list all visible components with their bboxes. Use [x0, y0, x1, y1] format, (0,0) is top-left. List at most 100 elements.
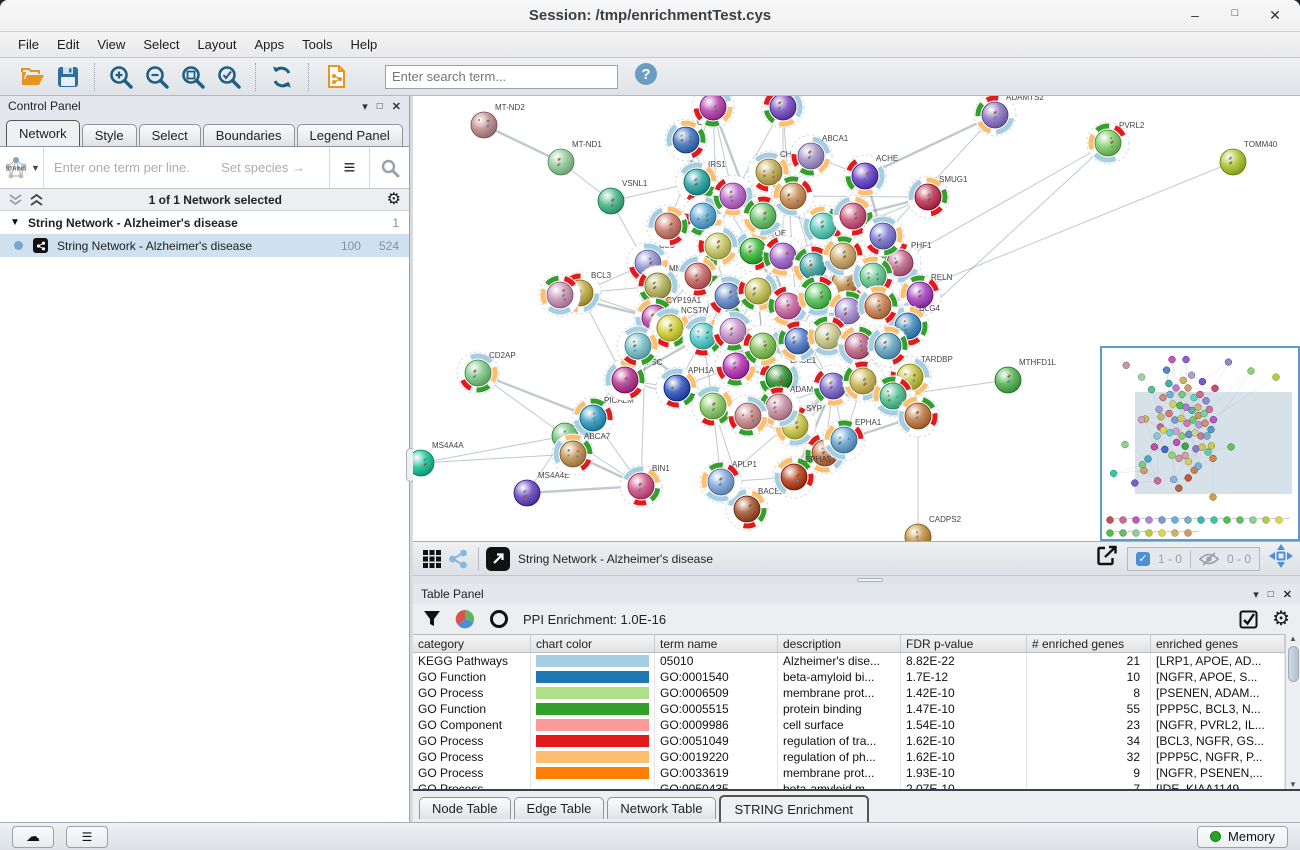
- task-list-button[interactable]: ☰: [66, 826, 108, 848]
- table-row[interactable]: GO ProcessGO:0006509membrane prot...1.42…: [413, 685, 1300, 701]
- zoom-out-button[interactable]: [142, 62, 172, 92]
- zoom-in-button[interactable]: [106, 62, 136, 92]
- svg-text:SYP: SYP: [806, 404, 822, 413]
- column-header-term-name[interactable]: term name: [655, 635, 778, 652]
- compass-move-icon: [1268, 543, 1294, 569]
- column-header-description[interactable]: description: [778, 635, 901, 652]
- svg-text:MS4A4A: MS4A4A: [432, 441, 464, 450]
- table-scrollbar[interactable]: ▲ ▼: [1285, 634, 1300, 789]
- tab-edge-table[interactable]: Edge Table: [514, 797, 605, 819]
- expand-all-icon[interactable]: [29, 193, 44, 207]
- string-options-button[interactable]: ≡: [329, 147, 369, 188]
- string-query-input[interactable]: Enter one term per line. Set species →: [44, 160, 329, 175]
- detach-view-button[interactable]: [486, 547, 510, 571]
- string-search-button[interactable]: [369, 147, 409, 188]
- network-canvas[interactable]: MT-ND2MT-ND1VSNL1GAB2IRS1ADAMTS2PVRL2TOM…: [413, 96, 1300, 541]
- menu-apps[interactable]: Apps: [247, 34, 293, 55]
- tab-style[interactable]: Style: [82, 124, 137, 146]
- table-row[interactable]: GO ProcessGO:0050435beta-amyloid m...2.0…: [413, 781, 1300, 789]
- gear-icon[interactable]: ⚙: [387, 192, 401, 208]
- gear-icon[interactable]: ⚙: [1272, 609, 1290, 629]
- search-input[interactable]: [385, 65, 618, 89]
- menu-file[interactable]: File: [10, 34, 47, 55]
- close-panel-icon[interactable]: ✕: [1283, 588, 1292, 601]
- svg-text:ADAMTS2: ADAMTS2: [1006, 96, 1044, 102]
- network-collection-row[interactable]: ▼ String Network - Alzheimer's disease 1: [0, 211, 409, 234]
- table-panel: Table Panel ▾ □ ✕ PPI Enrichment: 1.0E-1…: [413, 584, 1300, 822]
- menu-tools[interactable]: Tools: [294, 34, 340, 55]
- scroll-up-icon[interactable]: ▲: [1289, 634, 1297, 643]
- zoom-selected-button[interactable]: [214, 62, 244, 92]
- restore-panel-icon[interactable]: □: [377, 101, 383, 112]
- memory-button[interactable]: Memory: [1197, 826, 1288, 848]
- pie-chart-icon[interactable]: [455, 609, 475, 629]
- svg-text:VSNL1: VSNL1: [622, 179, 648, 188]
- splitter-grip[interactable]: [857, 578, 883, 582]
- select-rows-checkbox-icon[interactable]: [1239, 610, 1258, 629]
- table-row[interactable]: GO FunctionGO:0001540beta-amyloid bi...1…: [413, 669, 1300, 685]
- restore-panel-icon[interactable]: □: [1268, 589, 1274, 600]
- menu-edit[interactable]: Edit: [49, 34, 87, 55]
- network-from-file-button[interactable]: [320, 62, 350, 92]
- table-row[interactable]: GO ComponentGO:0009986cell surface1.54E-…: [413, 717, 1300, 733]
- grid-view-button[interactable]: [419, 546, 445, 572]
- help-button[interactable]: ?: [634, 62, 658, 91]
- collection-expander-icon[interactable]: ▼: [10, 217, 28, 228]
- menu-help[interactable]: Help: [343, 34, 386, 55]
- table-cell: [IDE, KIAA1149...: [1151, 781, 1285, 789]
- network-overview-inset[interactable]: [1100, 346, 1300, 541]
- collapse-all-icon[interactable]: [8, 193, 23, 207]
- export-network-button[interactable]: [1095, 544, 1119, 573]
- tab-string-enrichment[interactable]: STRING Enrichment: [719, 795, 869, 822]
- tab-boundaries[interactable]: Boundaries: [203, 124, 295, 146]
- zoom-in-icon: [108, 64, 134, 90]
- set-species-hint[interactable]: Set species →: [221, 160, 319, 175]
- birdseye-toggle-button[interactable]: [1268, 543, 1294, 574]
- save-session-button[interactable]: [53, 62, 83, 92]
- scroll-down-icon[interactable]: ▼: [1289, 780, 1297, 789]
- grid-icon: [422, 549, 442, 569]
- column-header-FDR-p-value[interactable]: FDR p-value: [901, 635, 1027, 652]
- column-header-enriched-genes[interactable]: # enriched genes: [1027, 635, 1151, 652]
- table-row[interactable]: KEGG Pathways05010Alzheimer's dise...8.8…: [413, 653, 1300, 669]
- ring-chart-icon[interactable]: [489, 609, 509, 629]
- main-toolbar: ?: [0, 58, 1300, 96]
- menu-layout[interactable]: Layout: [189, 34, 244, 55]
- table-row[interactable]: GO FunctionGO:0005515protein binding1.47…: [413, 701, 1300, 717]
- string-protein-query-selector[interactable]: STRING ▼: [0, 147, 44, 188]
- network-list-button[interactable]: [445, 546, 471, 572]
- svg-text:MT-ND2: MT-ND2: [495, 103, 525, 112]
- float-panel-icon[interactable]: ▾: [1253, 588, 1259, 601]
- tab-legend-panel[interactable]: Legend Panel: [297, 124, 403, 146]
- refresh-button[interactable]: [267, 62, 297, 92]
- tab-select[interactable]: Select: [139, 124, 201, 146]
- toolbar-separator: [255, 63, 256, 91]
- filter-icon[interactable]: [423, 610, 441, 628]
- table-row[interactable]: GO ProcessGO:0051049regulation of tra...…: [413, 733, 1300, 749]
- menu-select[interactable]: Select: [135, 34, 187, 55]
- zoom-fit-button[interactable]: [178, 62, 208, 92]
- close-button[interactable]: ✕: [1268, 7, 1282, 24]
- column-header-enriched-genes[interactable]: enriched genes: [1151, 635, 1285, 652]
- tab-node-table[interactable]: Node Table: [419, 797, 511, 819]
- column-header-category[interactable]: category: [413, 635, 531, 652]
- chart-color-swatch: [536, 751, 649, 763]
- minimize-button[interactable]: –: [1188, 7, 1202, 24]
- menu-view[interactable]: View: [89, 34, 133, 55]
- column-header-chart-color[interactable]: chart color: [531, 635, 655, 652]
- table-row[interactable]: GO ProcessGO:0019220regulation of ph...1…: [413, 749, 1300, 765]
- tab-network[interactable]: Network: [6, 120, 80, 146]
- automation-cloud-button[interactable]: ☁: [12, 826, 54, 848]
- open-session-button[interactable]: [17, 62, 47, 92]
- tab-network-table[interactable]: Network Table: [607, 797, 715, 819]
- enrichment-toolbar: PPI Enrichment: 1.0E-16 ⚙: [413, 604, 1300, 634]
- horizontal-splitter[interactable]: [413, 575, 1300, 584]
- close-panel-icon[interactable]: ✕: [392, 100, 401, 113]
- maximize-button[interactable]: □: [1228, 7, 1242, 24]
- zoom-selected-icon: [216, 64, 242, 90]
- float-panel-icon[interactable]: ▾: [362, 100, 368, 113]
- control-panel-tabs: NetworkStyleSelectBoundariesLegend Panel: [0, 116, 409, 147]
- table-row[interactable]: GO ProcessGO:0033619membrane prot...1.93…: [413, 765, 1300, 781]
- scrollbar-thumb[interactable]: [1288, 646, 1299, 682]
- network-row-selected[interactable]: String Network - Alzheimer's disease 100…: [0, 234, 409, 257]
